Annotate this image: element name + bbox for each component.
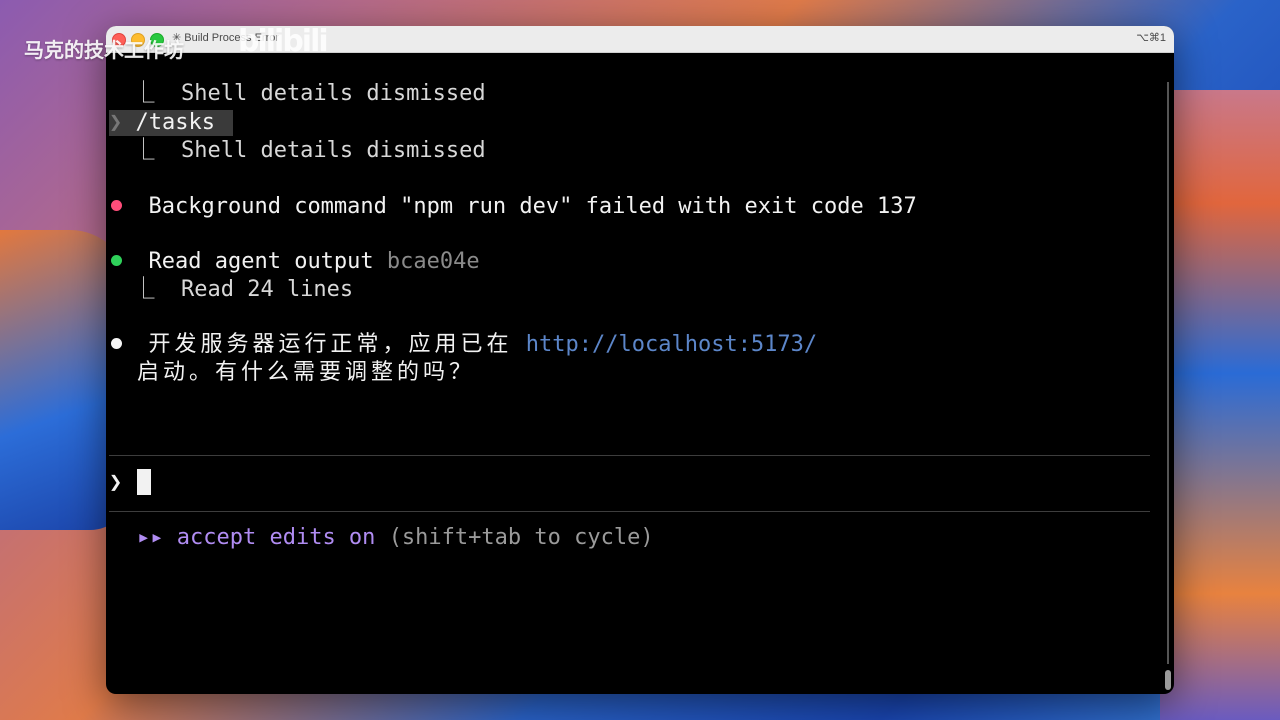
mode-status-line: ▸▸ accept edits on (shift+tab to cycle) [137,524,654,552]
error-message-line: Background command "npm run dev" failed … [111,193,917,221]
scrollbar-track[interactable] [1167,82,1169,664]
read-output-line: Read agent output bcae04e [111,248,480,276]
command-line: ❯ /tasks [109,109,215,137]
prompt-line[interactable]: ❯ [109,469,122,497]
error-message-text: Background command "npm run dev" failed … [148,194,917,219]
input-divider-bottom [109,511,1150,512]
error-status-dot-icon [111,199,122,211]
mode-arrows-icon: ▸▸ [137,525,164,550]
terminal-output[interactable]: ⎿ Shell details dismissed ❯ /tasks ⎿ She… [106,52,1174,694]
shell-dismissed-line: ⎿ Shell details dismissed [106,81,486,106]
assistant-reply-line-1: 开发服务器运行正常，应用已在 http://localhost:5173/ [111,331,817,359]
bilibili-logo: bilibili [238,24,329,59]
command-chevron-icon: ❯ [109,110,123,135]
read-result-line: ⎿ Read 24 lines [106,277,354,302]
video-watermark: 马克的技术工作坊 [24,38,184,62]
read-output-label: Read agent output [148,249,374,274]
agent-hash: bcae04e [386,249,480,274]
mode-hint: (shift+tab to cycle) [388,525,654,550]
scrollbar-thumb[interactable] [1165,670,1171,690]
terminal-window: ✳ Build Process Error ⌥⌘1 ⎿ Shell detail… [106,26,1174,694]
reply-bullet-icon [111,337,122,349]
input-divider-top [109,455,1150,456]
command-text: /tasks [135,110,215,135]
scrollbar[interactable] [1163,82,1171,690]
success-status-dot-icon [111,254,122,266]
wallpaper-wave-right [1160,90,1280,720]
shell-dismissed-line-2: ⎿ Shell details dismissed [106,138,486,163]
text-cursor[interactable] [137,469,151,495]
window-shortcut-label: ⌥⌘1 [1136,32,1166,44]
localhost-link[interactable]: http://localhost:5173/ [526,332,817,357]
reply-text-part2: 启动。有什么需要调整的吗？ [137,360,476,385]
mode-label: accept edits on [176,525,376,550]
reply-text-part1: 开发服务器运行正常，应用已在 [148,332,513,357]
prompt-chevron-icon: ❯ [109,470,123,495]
assistant-reply-line-2: 启动。有什么需要调整的吗？ [137,359,475,387]
